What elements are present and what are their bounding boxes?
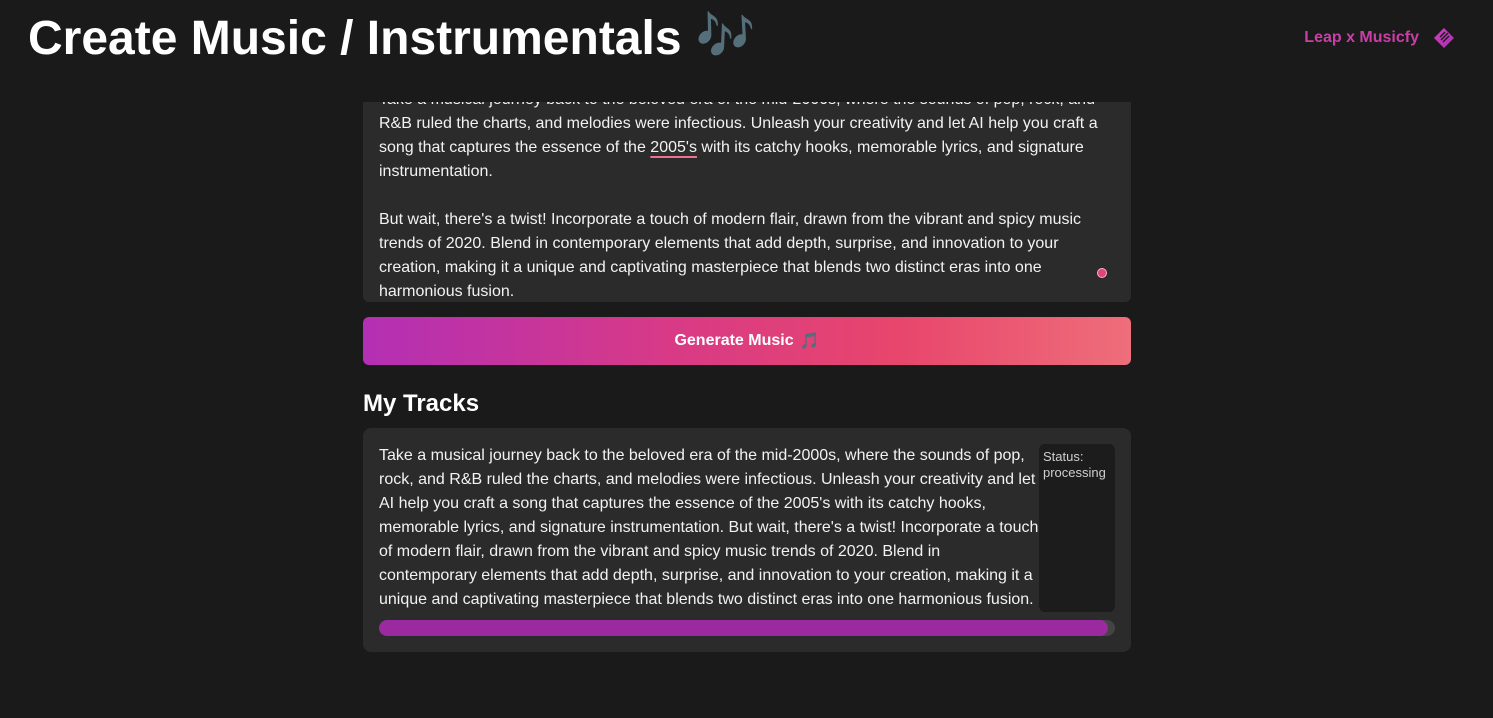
grammar-indicator-dot[interactable] [1097, 268, 1107, 278]
musical-notes-icon: 🎶 [695, 10, 756, 64]
my-tracks-heading: My Tracks [363, 390, 480, 417]
brand-label: Leap x Musicfy [1304, 29, 1419, 46]
page: Create Music / Instrumentals 🎶 Leap x Mus… [0, 0, 1493, 718]
track-description: Take a musical journey back to the belov… [379, 447, 1039, 608]
page-title: Create Music / Instrumentals 🎶 [28, 10, 755, 70]
spellcheck-flagged-word: 2005's [650, 139, 697, 156]
prompt-text: Take a musical journey back to the belov… [379, 102, 1099, 302]
musical-note-icon: 🎵 [799, 333, 820, 350]
generate-music-button[interactable]: Generate Music 🎵 [363, 317, 1131, 365]
prompt-text-after: with its catchy hooks, memorable lyrics,… [379, 139, 1084, 300]
status-value: processing [1043, 465, 1106, 480]
brand-link[interactable]: Leap x Musicfy [1304, 26, 1455, 50]
prompt-textarea[interactable]: Take a musical journey back to the belov… [363, 102, 1131, 302]
page-title-text: Create Music / Instrumentals [28, 12, 682, 65]
status-badge: Status: processing [1039, 444, 1115, 612]
track-progress-fill [379, 620, 1108, 636]
generate-button-label: Generate Music [674, 332, 794, 349]
track-progress-bar [379, 620, 1115, 636]
status-label: Status: [1043, 449, 1084, 464]
track-card: Take a musical journey back to the belov… [363, 428, 1131, 652]
leap-logo-icon [1434, 28, 1454, 48]
